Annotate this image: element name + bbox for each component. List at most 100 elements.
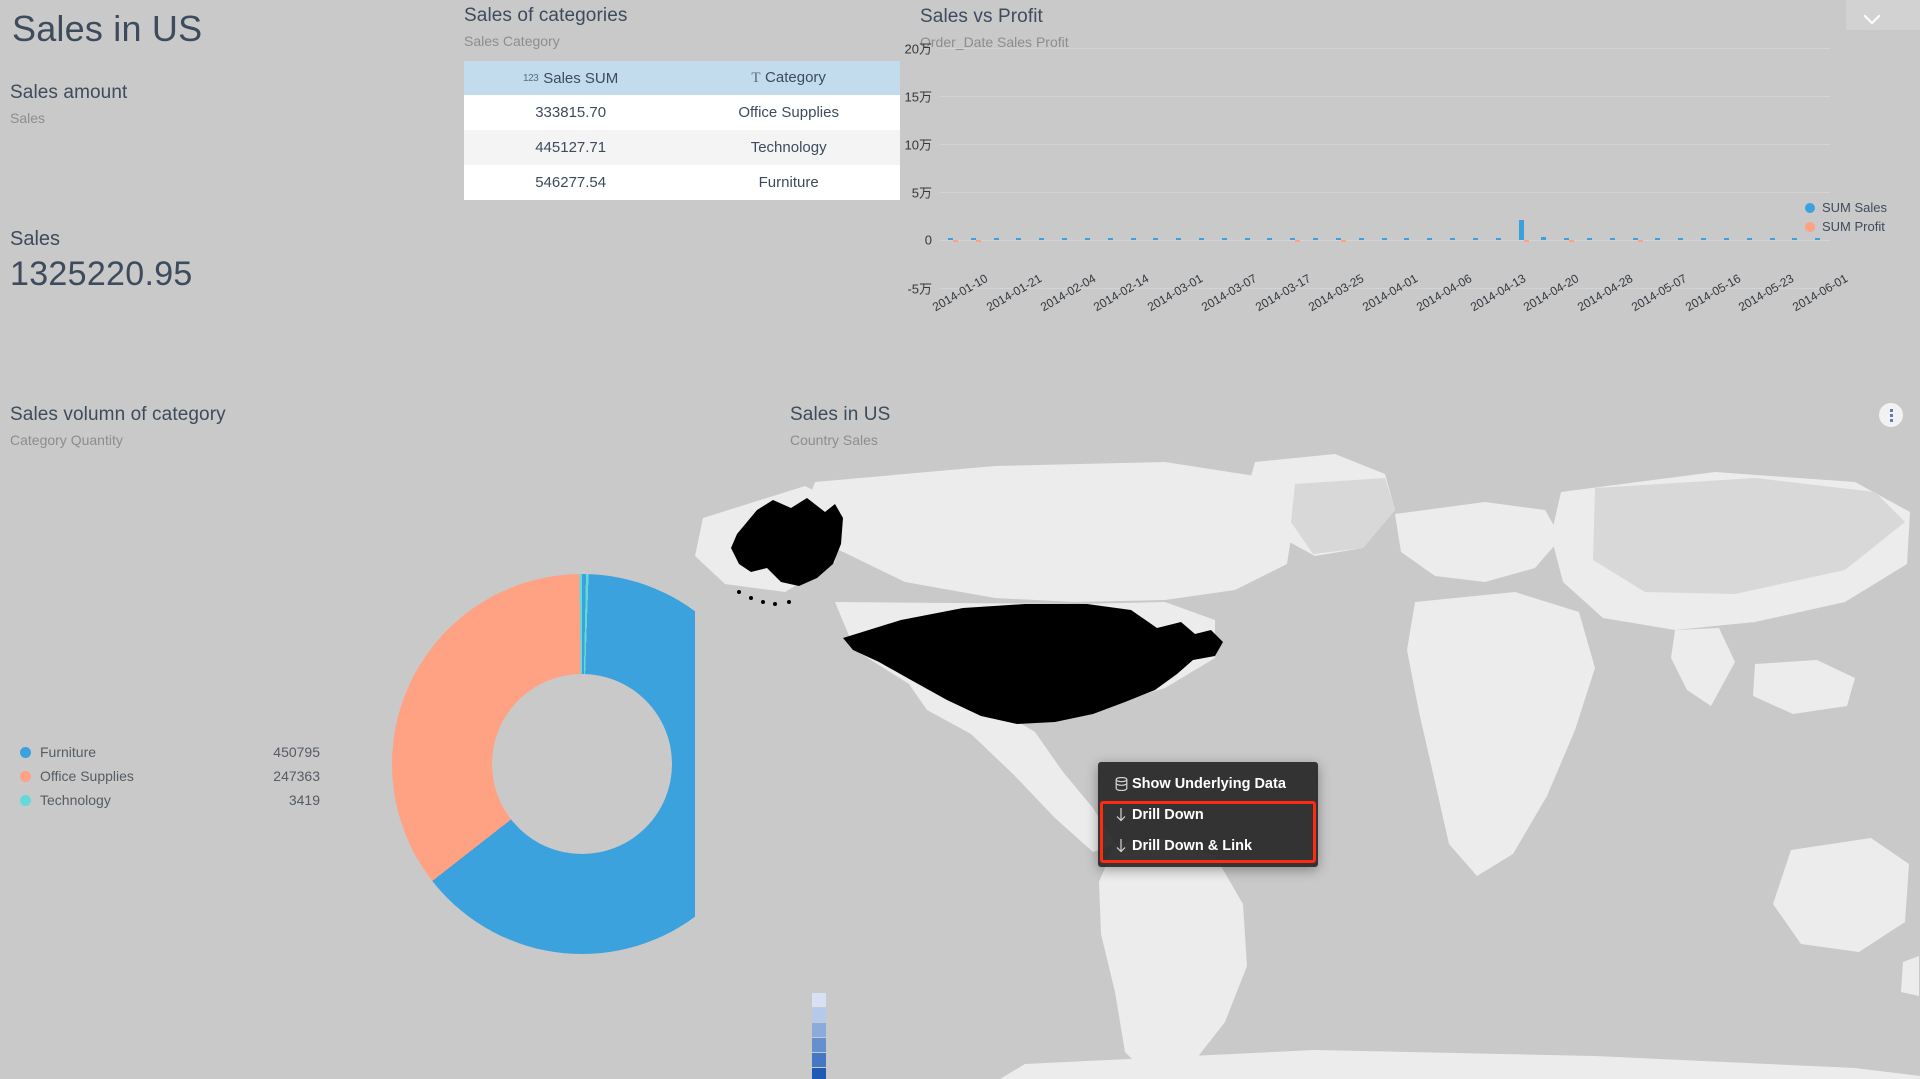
- category-table-subtitle: Sales Category: [464, 33, 560, 49]
- bar-sum-sales[interactable]: [1016, 238, 1022, 240]
- bar-sum-sales[interactable]: [1107, 238, 1113, 240]
- bar-sum-sales[interactable]: [1586, 238, 1592, 240]
- timeseries-legend: SUM Sales SUM Profit: [1805, 198, 1887, 236]
- column-header-sales-sum[interactable]: 123 Sales SUM: [464, 61, 678, 95]
- bar-sum-sales[interactable]: [1313, 238, 1319, 240]
- column-header-category-label: Category: [765, 69, 826, 86]
- bar-sum-profit[interactable]: [1295, 240, 1301, 242]
- table-row[interactable]: 546277.54 Furniture: [464, 165, 900, 200]
- table-row[interactable]: 333815.70 Office Supplies: [464, 95, 900, 130]
- dashboard-root: Sales in US Sales amount Sales Sales 132…: [0, 0, 1920, 1079]
- kpi-subtitle: Sales: [10, 110, 46, 126]
- gridline: [940, 240, 1830, 241]
- bar-sum-sales[interactable]: [1450, 238, 1456, 240]
- bar-sum-sales[interactable]: [1084, 238, 1090, 240]
- bar-sum-sales[interactable]: [1381, 238, 1387, 240]
- kpi-value-block: Sales 1325220.95: [10, 228, 350, 294]
- context-menu-item-show-underlying-data[interactable]: Show Underlying Data: [1098, 768, 1318, 799]
- bar-sum-sales[interactable]: [1792, 237, 1798, 240]
- column-header-category[interactable]: T Category: [677, 61, 900, 95]
- context-menu-item-label: Show Underlying Data: [1132, 775, 1286, 792]
- bar-sum-sales[interactable]: [1746, 238, 1752, 240]
- donut-title: Sales volumn of category: [10, 404, 226, 425]
- bar-sum-sales[interactable]: [1039, 238, 1045, 240]
- bar-sum-sales[interactable]: [1427, 238, 1433, 240]
- legend-value: 450795: [273, 744, 320, 760]
- bar-sum-sales[interactable]: [1130, 238, 1136, 240]
- map-color-scale-legend[interactable]: [812, 993, 826, 1079]
- cell-category: Technology: [677, 130, 900, 165]
- legend-label: Furniture: [40, 744, 97, 760]
- legend-color-swatch: [20, 746, 31, 758]
- bar-sum-profit[interactable]: [1340, 240, 1346, 242]
- bar-sum-sales[interactable]: [1541, 237, 1547, 240]
- bar-sum-sales[interactable]: [1267, 238, 1273, 240]
- bar-sum-sales[interactable]: [1062, 238, 1068, 240]
- y-axis-tick-label: 15万: [904, 89, 932, 105]
- legend-item-sum-profit[interactable]: SUM Profit: [1805, 217, 1887, 236]
- page-title: Sales in US: [12, 8, 203, 49]
- scale-swatch: [812, 1053, 826, 1067]
- bar-sum-sales[interactable]: [1358, 238, 1364, 240]
- bar-sum-sales[interactable]: [1609, 238, 1615, 240]
- bar-sum-sales[interactable]: [993, 238, 999, 240]
- donut-legend-item-office-supplies[interactable]: Office Supplies 247363: [20, 766, 320, 786]
- scale-swatch: [812, 1038, 826, 1052]
- timeseries-plot[interactable]: 20万 15万 10万 5万 0 -5万: [905, 42, 1830, 297]
- arrow-down-icon: [1110, 807, 1132, 823]
- bar-sum-sales[interactable]: [1221, 238, 1227, 240]
- y-axis-tick-label: -5万: [907, 281, 932, 297]
- bar-sum-sales[interactable]: [1472, 238, 1478, 240]
- bar-sum-sales[interactable]: [1678, 238, 1684, 240]
- table-header-row: 123 Sales SUM T Category: [464, 61, 900, 95]
- bar-sum-sales[interactable]: [1769, 238, 1775, 240]
- bar-sum-sales[interactable]: [1815, 238, 1821, 240]
- bar-sum-profit[interactable]: [952, 240, 958, 242]
- bar-sum-sales[interactable]: [1723, 238, 1729, 240]
- column-header-sales-sum-label: Sales SUM: [543, 69, 619, 87]
- context-menu[interactable]: Show Underlying Data Drill Down Drill Do…: [1098, 762, 1318, 867]
- map-card: Sales in US Country Sales: [695, 404, 1920, 1079]
- bar-sum-profit[interactable]: [1569, 240, 1575, 242]
- bar-sum-sales[interactable]: [1701, 238, 1707, 240]
- cell-category: Office Supplies: [677, 95, 900, 130]
- bar-sum-sales[interactable]: [1495, 238, 1501, 240]
- arrow-down-icon: [1110, 838, 1132, 854]
- table-row[interactable]: 445127.71 Technology: [464, 130, 900, 165]
- donut-head: Sales volumn of category Category Quanti…: [10, 404, 226, 448]
- number-type-icon: 123: [523, 72, 539, 84]
- bar-sum-sales[interactable]: [1153, 238, 1159, 240]
- timeseries-title: Sales vs Profit: [920, 6, 1043, 27]
- bar-sum-sales[interactable]: [1199, 238, 1204, 240]
- legend-value: 247363: [273, 768, 320, 784]
- context-menu-item-drill-down-and-link[interactable]: Drill Down & Link: [1098, 830, 1318, 861]
- bar-sum-sales[interactable]: [1518, 220, 1524, 240]
- legend-color-swatch: [20, 794, 31, 806]
- context-menu-item-drill-down[interactable]: Drill Down: [1098, 799, 1318, 830]
- timeseries-card: Sales vs Profit Order_Date Sales Profit …: [905, 2, 1920, 402]
- bar-sum-profit[interactable]: [1523, 240, 1529, 242]
- bar-sum-sales[interactable]: [1176, 238, 1182, 240]
- legend-label: SUM Profit: [1822, 219, 1885, 234]
- y-axis-tick-label: 0: [924, 232, 932, 248]
- cell-sales: 445127.71: [464, 130, 678, 165]
- bar-sum-sales[interactable]: [1404, 238, 1410, 240]
- bar-sum-profit[interactable]: [1637, 240, 1643, 242]
- legend-value: 3419: [288, 792, 320, 808]
- donut-hole: [492, 674, 672, 854]
- bar-sum-sales[interactable]: [1655, 238, 1661, 240]
- legend-item-sum-sales[interactable]: SUM Sales: [1805, 198, 1887, 217]
- y-axis-tick-label: 10万: [904, 137, 932, 153]
- category-table-card: Sales of categories Sales Category 123 Sa…: [464, 5, 904, 200]
- category-table-title: Sales of categories: [464, 5, 628, 26]
- bar-sum-profit[interactable]: [975, 240, 981, 242]
- category-table[interactable]: 123 Sales SUM T Category 333815.70 Office …: [464, 61, 900, 200]
- donut-legend-item-technology[interactable]: Technology 3419: [20, 790, 320, 810]
- legend-color-swatch: [1805, 221, 1815, 232]
- cell-category: Furniture: [677, 165, 900, 200]
- kpi-card: Sales amount Sales: [10, 82, 340, 126]
- map-title: Sales in US: [790, 404, 891, 425]
- donut-legend-item-furniture[interactable]: Furniture 450795: [20, 742, 320, 762]
- bar-sum-sales[interactable]: [1244, 238, 1250, 240]
- cell-sales: 546277.54: [464, 165, 678, 200]
